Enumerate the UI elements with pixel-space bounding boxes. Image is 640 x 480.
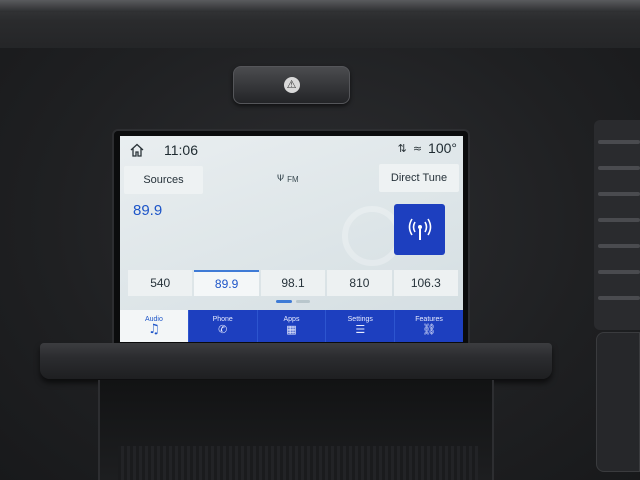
air-vent <box>594 120 640 330</box>
preset-button[interactable]: 810 <box>327 270 392 296</box>
infotainment-screen: 11:06 ⇅ ≈ 100° Sources Ψ FM Direct Tune … <box>120 136 463 342</box>
nav-label: Phone <box>212 316 233 323</box>
direct-tune-button[interactable]: Direct Tune <box>379 164 459 192</box>
radio-tower-button[interactable] <box>394 204 445 255</box>
hazard-icon: ⚠ <box>283 77 300 93</box>
nav-audio[interactable]: Audio ♫ <box>120 310 188 342</box>
cubby-mat <box>118 446 478 480</box>
clock: 11:06 <box>164 142 198 158</box>
page-dot[interactable] <box>296 300 310 303</box>
sources-button[interactable]: Sources <box>124 166 203 194</box>
nav-label: Features <box>415 316 443 323</box>
nav-label: Settings <box>347 316 373 323</box>
outside-temperature: 100° <box>428 140 457 156</box>
vent-slat <box>598 218 640 222</box>
radio-watermark-graphic <box>342 206 402 266</box>
hazard-button[interactable]: ⚠ <box>233 66 350 104</box>
preset-button[interactable]: 106.3 <box>393 270 459 296</box>
vent-slat <box>598 140 640 144</box>
dashboard-top-lip <box>0 0 640 12</box>
radio-antenna-icon: Ψ <box>277 174 285 184</box>
signal-arrows-icon: ⇅ <box>397 141 407 155</box>
side-panel <box>596 332 640 472</box>
wifi-icon: ≈ <box>412 141 423 155</box>
phone-shelf <box>40 343 552 379</box>
vent-slat <box>598 244 640 248</box>
preset-button[interactable]: 98.1 <box>260 270 326 296</box>
nav-phone[interactable]: Phone ✆ <box>187 310 257 342</box>
vent-slat <box>598 270 640 274</box>
vent-slat <box>598 192 640 196</box>
status-indicators: ⇅ ≈ 100° <box>398 140 457 156</box>
truck-icon: ⛓ <box>422 323 437 336</box>
bottom-nav-bar: Audio ♫ Phone ✆ Apps ▦ Settings ☰ Featur… <box>120 310 463 342</box>
band-indicator: Ψ FM <box>277 174 299 184</box>
preset-button-active[interactable]: 89.9 <box>194 270 259 296</box>
nav-label: Apps <box>283 316 300 323</box>
preset-page-indicator[interactable] <box>276 300 310 303</box>
page-dot-active[interactable] <box>276 300 292 303</box>
vent-slat <box>598 166 640 170</box>
apps-grid-icon: ▦ <box>286 323 297 336</box>
preset-bar: 540 89.9 98.1 810 106.3 <box>128 270 459 296</box>
nav-settings[interactable]: Settings ☰ <box>325 310 395 342</box>
nav-apps[interactable]: Apps ▦ <box>256 310 326 342</box>
current-frequency: 89.9 <box>133 202 163 219</box>
home-icon[interactable] <box>129 143 145 157</box>
music-note-icon: ♫ <box>148 322 160 337</box>
band-label: FM <box>287 174 299 184</box>
phone-icon: ✆ <box>218 323 228 336</box>
status-bar: 11:06 ⇅ ≈ 100° <box>120 136 463 164</box>
vent-slat <box>598 296 640 300</box>
radio-tower-icon <box>408 218 431 240</box>
preset-button[interactable]: 540 <box>128 270 193 296</box>
nav-features[interactable]: Features ⛓ <box>394 310 463 342</box>
sliders-icon: ☰ <box>355 323 366 336</box>
